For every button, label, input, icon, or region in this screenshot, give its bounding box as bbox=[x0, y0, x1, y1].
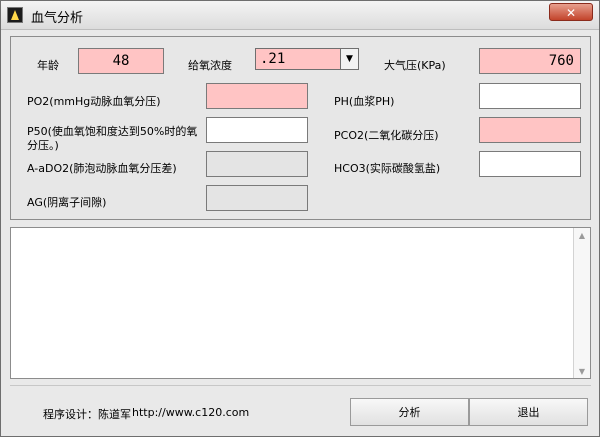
ph-label: PH(血浆PH) bbox=[334, 95, 395, 108]
po2-label: PO2(mmHg动脉血氧分压) bbox=[27, 95, 161, 108]
window: 血气分析 ✕ 年龄 48 给氧浓度 .21 ▼ 大气压(KPa) 760 PO2… bbox=[0, 0, 600, 437]
hco3-label: HCO3(实际碳酸氢盐) bbox=[334, 162, 441, 175]
age-label: 年龄 bbox=[37, 59, 59, 72]
ag-input bbox=[206, 185, 308, 211]
vertical-scrollbar[interactable]: ▲ ▼ bbox=[573, 228, 590, 378]
exit-button[interactable]: 退出 bbox=[469, 398, 588, 426]
oxygen-concentration-select[interactable]: .21 ▼ bbox=[255, 48, 359, 70]
analyze-button[interactable]: 分析 bbox=[350, 398, 469, 426]
oxygen-concentration-value: .21 bbox=[260, 51, 286, 67]
close-icon[interactable]: ✕ bbox=[549, 3, 593, 21]
po2-input[interactable] bbox=[206, 83, 308, 109]
pco2-label: PCO2(二氧化碳分压) bbox=[334, 129, 439, 142]
result-output[interactable]: ▲ ▼ bbox=[10, 227, 591, 379]
website-url: http://www.c120.com bbox=[132, 406, 250, 419]
title-bar[interactable]: 血气分析 ✕ bbox=[1, 1, 599, 30]
p50-label: P50(使血氧饱和度达到50%时的氧分压。) bbox=[27, 125, 198, 152]
age-input[interactable]: 48 bbox=[78, 48, 164, 74]
app-icon bbox=[7, 7, 23, 23]
ag-label: AG(阴离子间隙) bbox=[27, 196, 107, 209]
p50-input[interactable] bbox=[206, 117, 308, 143]
window-title: 血气分析 bbox=[31, 11, 84, 26]
scroll-down-icon[interactable]: ▼ bbox=[574, 364, 590, 378]
hco3-input[interactable] bbox=[479, 151, 581, 177]
aado2-input bbox=[206, 151, 308, 177]
atmospheric-pressure-input[interactable]: 760 bbox=[479, 48, 581, 74]
separator bbox=[10, 385, 591, 386]
designer-label: 程序设计：陈道军 bbox=[43, 408, 131, 421]
atmospheric-pressure-label: 大气压(KPa) bbox=[384, 59, 446, 72]
aado2-label: A-aDO2(肺泡动脉血氧分压差) bbox=[27, 162, 177, 175]
chevron-down-icon[interactable]: ▼ bbox=[340, 49, 358, 69]
ph-input[interactable] bbox=[479, 83, 581, 109]
scroll-up-icon[interactable]: ▲ bbox=[574, 228, 590, 242]
pco2-input[interactable] bbox=[479, 117, 581, 143]
oxygen-concentration-label: 给氧浓度 bbox=[188, 59, 232, 72]
